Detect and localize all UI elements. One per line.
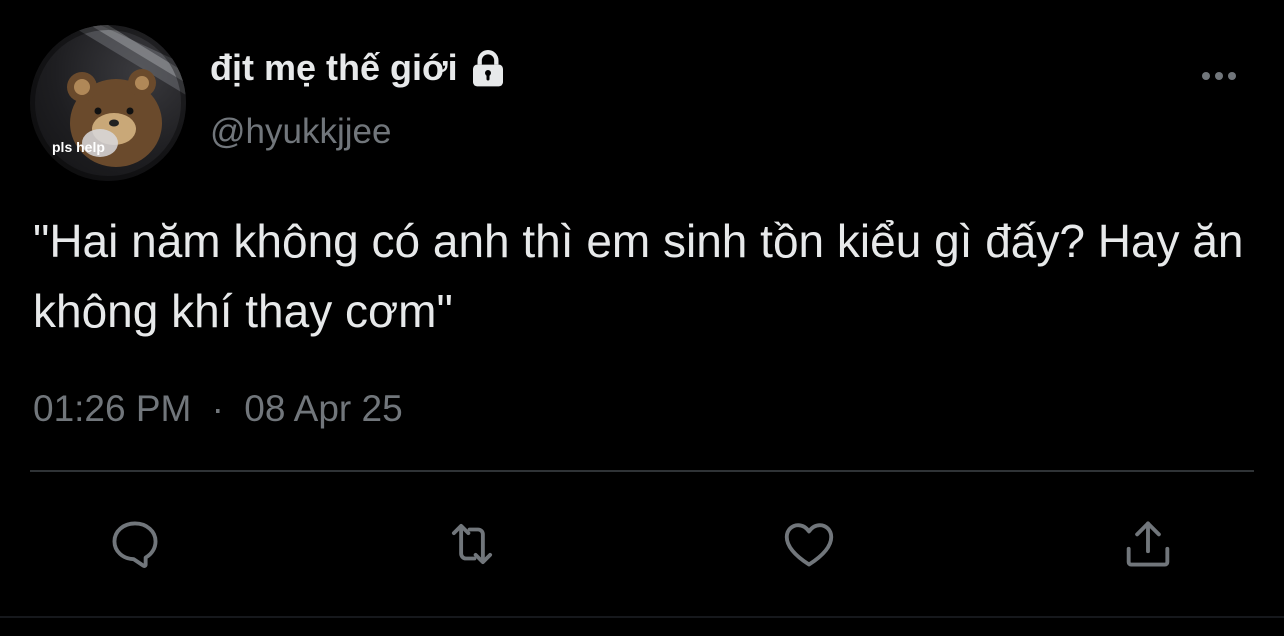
tweet-time: 01:26 PM bbox=[33, 388, 192, 429]
heart-icon bbox=[784, 523, 834, 567]
reply-button[interactable] bbox=[105, 514, 165, 574]
avatar-caption: pls help bbox=[52, 139, 105, 155]
more-horizontal-icon[interactable] bbox=[1196, 58, 1244, 94]
timestamp-row[interactable]: 01:26 PM · 08 Apr 25 bbox=[33, 388, 403, 430]
lock-icon bbox=[472, 50, 503, 87]
tweet-text: "Hai năm không có anh thì em sinh tồn ki… bbox=[33, 215, 1244, 337]
share-button[interactable] bbox=[1118, 514, 1178, 574]
tweet-date: 08 Apr 25 bbox=[244, 388, 403, 429]
tweet-card: pls help địt mẹ thế giới @hyukkjjee "Hai… bbox=[0, 0, 1284, 636]
timestamp-separator: · bbox=[211, 388, 224, 429]
handle[interactable]: @hyukkjjee bbox=[210, 112, 391, 152]
bottom-divider bbox=[0, 616, 1284, 618]
share-upload-icon bbox=[1126, 521, 1170, 567]
speech-bubble-icon bbox=[112, 521, 158, 568]
like-button[interactable] bbox=[779, 514, 839, 574]
retweet-arrows-icon bbox=[451, 523, 493, 565]
teddy-bear-avatar-icon bbox=[30, 25, 186, 181]
divider bbox=[30, 470, 1254, 472]
display-name-row: địt mẹ thế giới bbox=[210, 42, 508, 94]
retweet-button[interactable] bbox=[442, 514, 502, 574]
display-name[interactable]: địt mẹ thế giới bbox=[210, 47, 458, 89]
avatar[interactable]: pls help bbox=[30, 25, 186, 181]
